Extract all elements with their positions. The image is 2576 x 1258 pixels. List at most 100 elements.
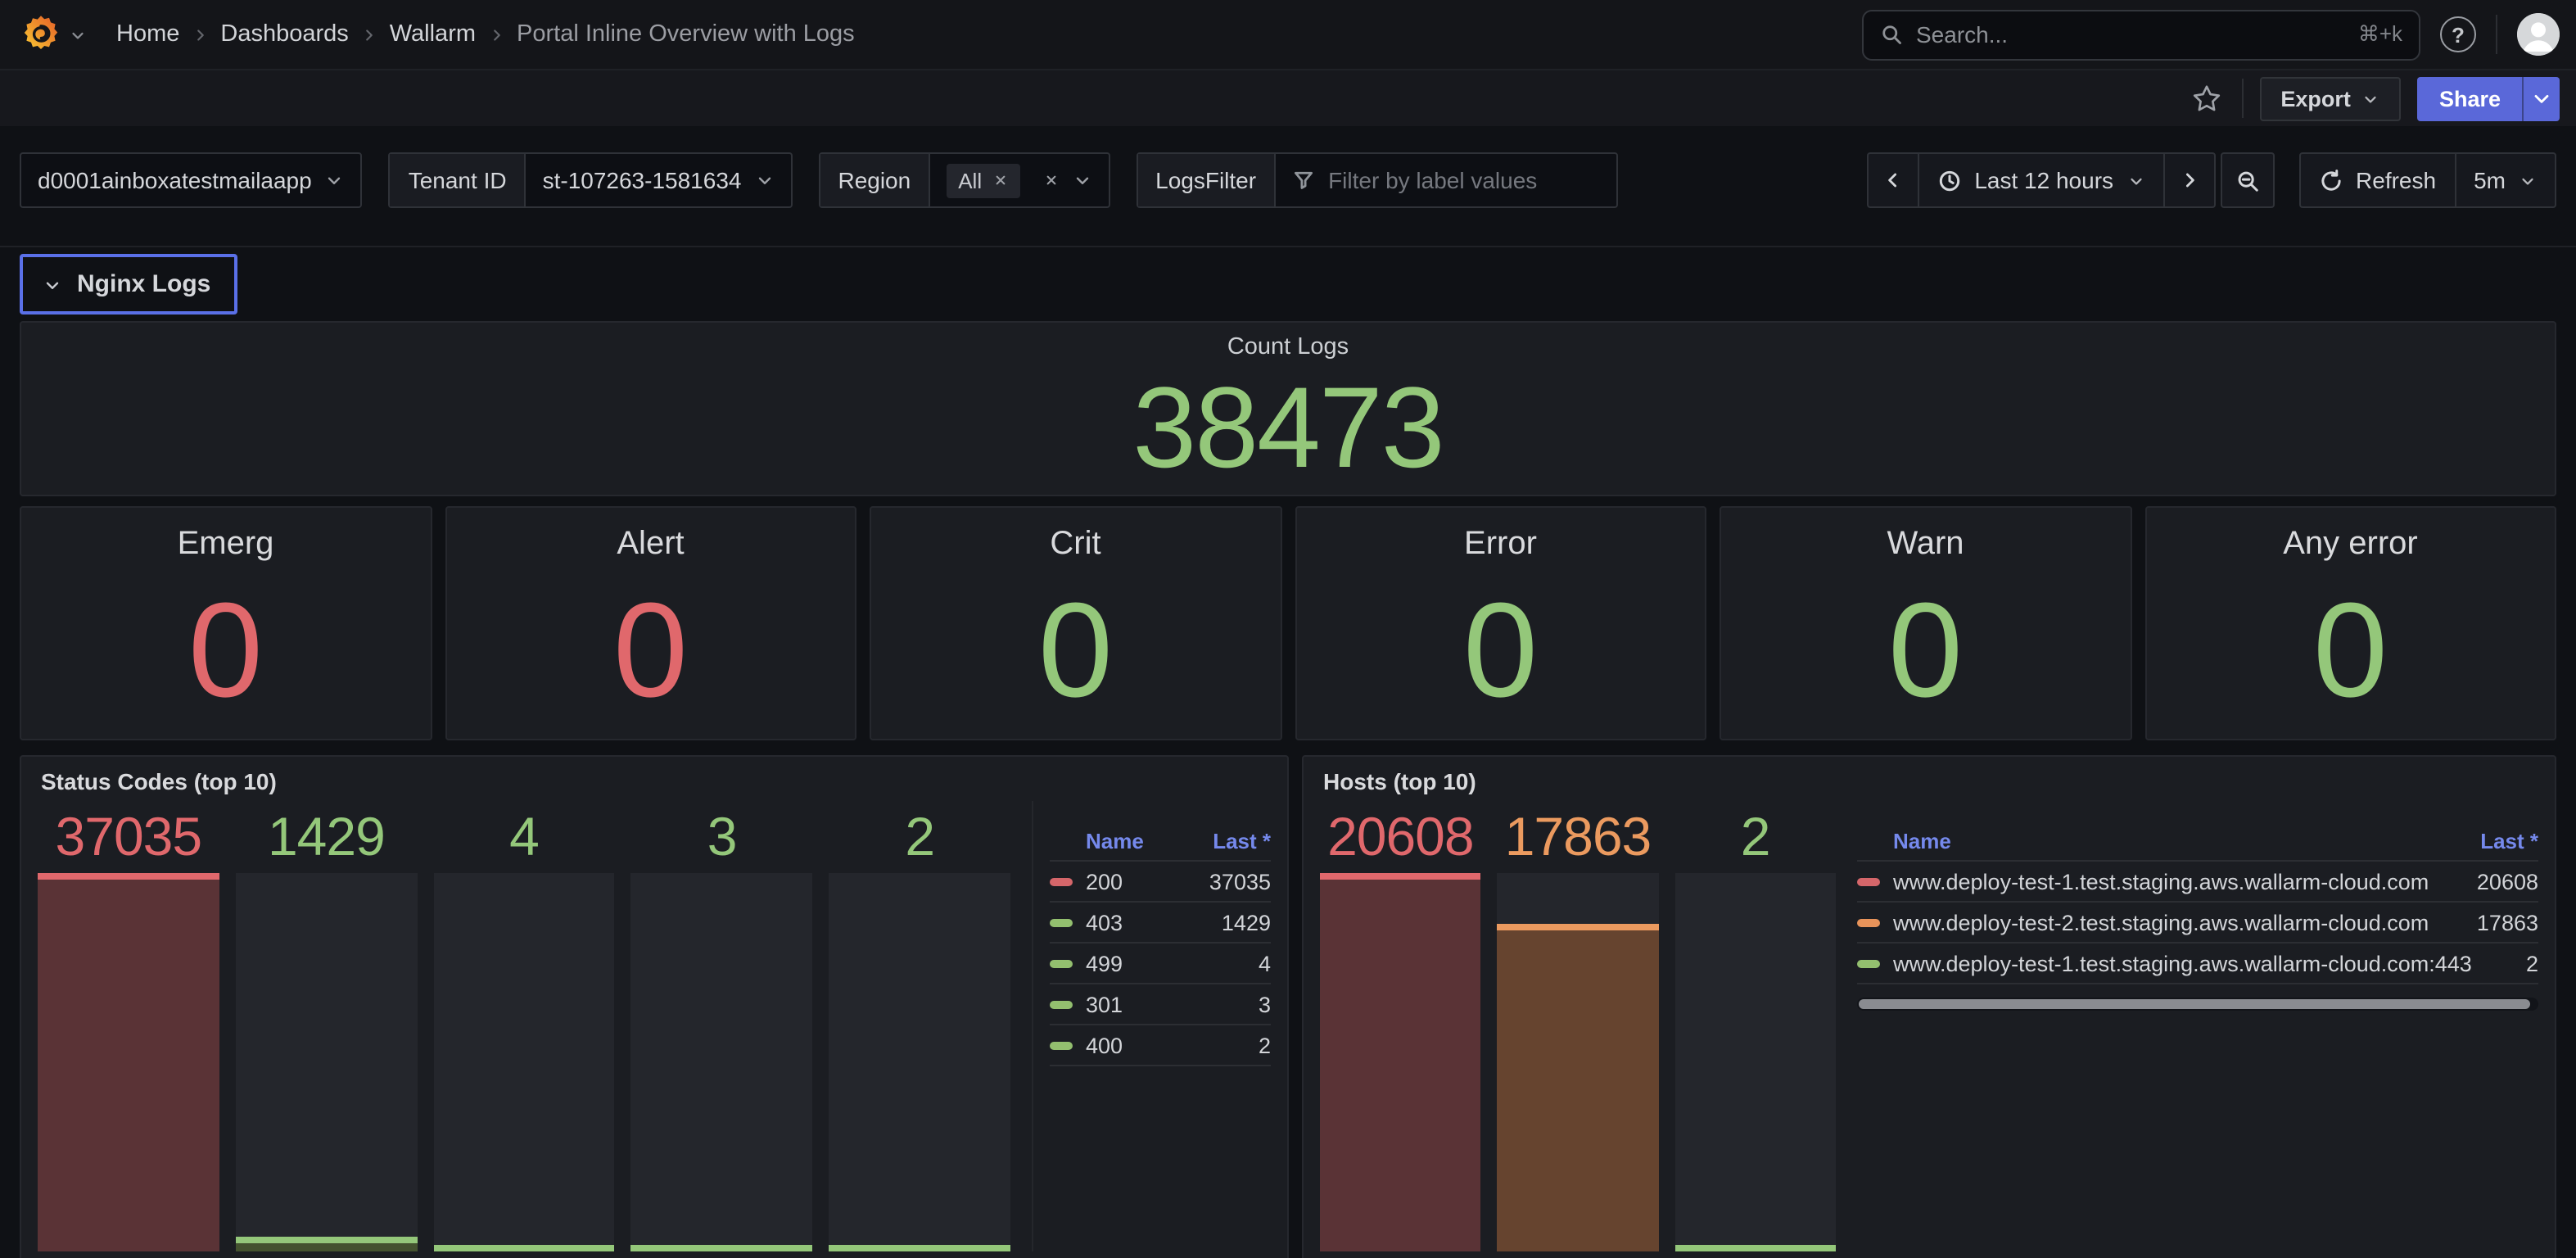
app-variable-dropdown[interactable]: d0001ainboxatestmailaapp xyxy=(20,152,363,208)
bar-column: 3 xyxy=(631,801,813,1251)
bar-gauge-group: 37035 1429 4 3 xyxy=(38,801,1032,1251)
legend-series-name: www.deploy-test-1.test.staging.aws.walla… xyxy=(1893,869,2429,894)
logs-filter-label: LogsFilter xyxy=(1137,154,1276,206)
breadcrumb-wallarm[interactable]: Wallarm xyxy=(390,21,476,48)
legend-row[interactable]: www.deploy-test-1.test.staging.aws.walla… xyxy=(1857,944,2538,984)
logs-filter-control[interactable]: LogsFilter Filter by label values xyxy=(1136,152,1618,208)
bar-track xyxy=(829,873,1010,1251)
panel-title[interactable]: Alert xyxy=(617,526,684,563)
time-shift-forward-button[interactable] xyxy=(2162,154,2213,206)
chevron-down-icon xyxy=(43,274,62,294)
share-menu-button[interactable] xyxy=(2522,76,2560,120)
refresh-label: Refresh xyxy=(2356,167,2436,193)
panel-title[interactable]: Emerg xyxy=(178,526,274,563)
stat-value: 0 xyxy=(2313,563,2388,739)
region-chip-label: All xyxy=(958,168,982,192)
panel-title[interactable]: Count Logs xyxy=(1227,334,1349,360)
legend-scrollbar-track xyxy=(1857,998,2538,1011)
stat-value: 0 xyxy=(1038,563,1113,739)
legend-row[interactable]: 200 37035 xyxy=(1050,862,1271,903)
time-range-picker[interactable]: Last 12 hours xyxy=(1917,154,2162,206)
severity-stats-row: Emerg 0 Alert 0 Crit 0 Error 0 Warn 0 An… xyxy=(20,506,2556,740)
status-codes-panel: Status Codes (top 10) 37035 1429 4 xyxy=(20,755,1289,1258)
dashboard-controls: d0001ainboxatestmailaapp Tenant ID st-10… xyxy=(20,152,2556,208)
series-color-pill xyxy=(1050,918,1073,926)
breadcrumb-separator-icon xyxy=(360,25,378,43)
stat-value: 0 xyxy=(613,563,688,739)
legend-row[interactable]: www.deploy-test-1.test.staging.aws.walla… xyxy=(1857,862,2538,903)
stat-panel-crit: Crit 0 xyxy=(870,506,1281,740)
chart-legend: Name Last * 200 37035 403 1429 xyxy=(1032,801,1271,1251)
chevron-left-icon xyxy=(1881,169,1904,192)
help-button[interactable]: ? xyxy=(2440,16,2476,52)
time-picker-group: Last 12 hours xyxy=(1866,152,2215,208)
chevron-down-icon xyxy=(2362,89,2380,107)
panel-title[interactable]: Error xyxy=(1464,526,1537,563)
grafana-app: Home Dashboards Wallarm Portal Inline Ov… xyxy=(0,0,2576,1258)
bar-fill xyxy=(236,1237,418,1251)
panel-title[interactable]: Crit xyxy=(1050,526,1100,563)
region-selected-chip[interactable]: All xyxy=(947,163,1019,197)
chart-legend: Name Last * www.deploy-test-1.test.stagi… xyxy=(1857,801,2538,1251)
panel-title[interactable]: Any error xyxy=(2283,526,2418,563)
panel-title[interactable]: Status Codes (top 10) xyxy=(21,757,1287,794)
count-logs-panel: Count Logs 38473 xyxy=(20,321,2556,496)
share-button[interactable]: Share xyxy=(2418,76,2522,120)
nginx-logs-row-toggle[interactable]: Nginx Logs xyxy=(20,254,237,314)
region-variable-dropdown[interactable]: Region All xyxy=(818,152,1109,208)
time-controls: Last 12 hours Refresh xyxy=(1866,152,2556,208)
toolbar-divider xyxy=(2241,79,2243,118)
logs-filter-placeholder: Filter by label values xyxy=(1328,167,1537,193)
chevron-down-icon xyxy=(325,170,345,190)
panel-title[interactable]: Hosts (top 10) xyxy=(1304,757,2555,794)
org-switcher[interactable] xyxy=(20,13,87,56)
legend-row[interactable]: 499 4 xyxy=(1050,944,1271,984)
chevron-down-icon xyxy=(754,170,774,190)
legend-row[interactable]: 403 1429 xyxy=(1050,903,1271,944)
bar-column: 2 xyxy=(829,801,1010,1251)
legend-row[interactable]: 400 2 xyxy=(1050,1025,1271,1066)
legend-last-header[interactable]: Last * xyxy=(2480,829,2538,853)
bar-column: 20608 xyxy=(1320,801,1481,1251)
search-input[interactable]: Search... ⌘+k xyxy=(1862,9,2420,60)
bar-track xyxy=(433,873,615,1251)
legend-header: Name Last * xyxy=(1857,822,2538,862)
user-avatar[interactable] xyxy=(2517,13,2560,56)
clock-icon xyxy=(1937,168,1961,192)
breadcrumb-home[interactable]: Home xyxy=(116,21,179,48)
star-dashboard-button[interactable] xyxy=(2187,79,2225,117)
tenant-variable-value: st-107263-1581634 xyxy=(543,167,742,193)
refresh-interval-value: 5m xyxy=(2474,167,2506,193)
bar-value-label: 2 xyxy=(829,801,1010,873)
legend-last-header[interactable]: Last * xyxy=(1213,829,1271,853)
top-nav: Home Dashboards Wallarm Portal Inline Ov… xyxy=(0,0,2576,70)
legend-name-header[interactable]: Name xyxy=(1086,829,1144,853)
breadcrumb-dashboards[interactable]: Dashboards xyxy=(220,21,348,48)
search-icon xyxy=(1880,23,1903,46)
time-shift-back-button[interactable] xyxy=(1868,154,1917,206)
chevron-right-icon xyxy=(2177,169,2200,192)
bar-column: 17863 xyxy=(1498,801,1659,1251)
legend-row[interactable]: 301 3 xyxy=(1050,984,1271,1025)
legend-row[interactable]: www.deploy-test-2.test.staging.aws.walla… xyxy=(1857,903,2538,944)
bar-value-label: 1429 xyxy=(236,801,418,873)
refresh-button[interactable]: Refresh xyxy=(2300,154,2454,206)
breadcrumb-current-dashboard: Portal Inline Overview with Logs xyxy=(517,21,855,48)
export-button[interactable]: Export xyxy=(2259,76,2402,120)
legend-series-value: 37035 xyxy=(1193,869,1271,894)
tenant-variable-dropdown[interactable]: Tenant ID st-107263-1581634 xyxy=(389,152,793,208)
panel-title[interactable]: Warn xyxy=(1887,526,1964,563)
clear-selection-icon[interactable] xyxy=(1042,172,1059,188)
bar-track xyxy=(1674,873,1836,1251)
refresh-interval-dropdown[interactable]: 5m xyxy=(2454,154,2555,206)
bar-fill xyxy=(38,873,219,1251)
breadcrumb-separator-icon xyxy=(191,25,209,43)
legend-name-header[interactable]: Name xyxy=(1893,829,1951,853)
remove-chip-icon[interactable] xyxy=(992,172,1008,188)
time-zoom-out-button[interactable] xyxy=(2221,154,2272,206)
bar-value-label: 37035 xyxy=(38,801,219,873)
bar-fill xyxy=(631,1245,813,1251)
legend-scrollbar-thumb[interactable] xyxy=(1859,999,2530,1009)
bar-fill xyxy=(433,1245,615,1251)
legend-series-name: 499 xyxy=(1086,951,1123,975)
